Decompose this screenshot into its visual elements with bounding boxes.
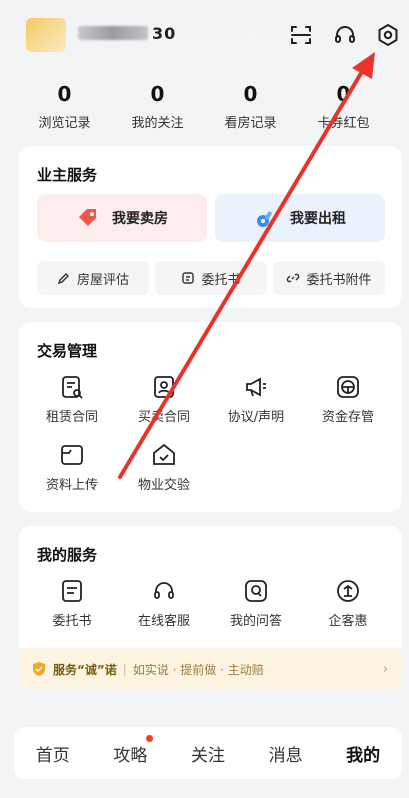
document-icon bbox=[182, 272, 195, 284]
grid-label: 企客惠 bbox=[328, 614, 368, 629]
steering-icon bbox=[337, 376, 359, 398]
promise-title: 服务“诚”诺 bbox=[53, 662, 117, 677]
chip-house-valuation[interactable]: 房屋评估 bbox=[37, 261, 149, 295]
grid-label: 我的问答 bbox=[229, 614, 282, 629]
grid-fund-custody[interactable]: 资金存管 bbox=[303, 374, 393, 425]
tab-home[interactable]: 首页 bbox=[14, 741, 92, 766]
grid-label: 物业交验 bbox=[137, 478, 190, 493]
grid-sale-contract[interactable]: 买卖合同 bbox=[119, 374, 209, 425]
scan-icon[interactable] bbox=[288, 22, 314, 48]
stat-label: 我的关注 bbox=[131, 116, 184, 131]
house-check-icon bbox=[153, 443, 175, 465]
grid-label: 资金存管 bbox=[321, 410, 374, 425]
service-promise-banner[interactable]: 服务“诚”诺 | 如实说 · 提前做 · 主动赔 › bbox=[19, 648, 402, 690]
grid-label: 在线客服 bbox=[137, 614, 190, 629]
tab-label: 关注 bbox=[190, 745, 225, 766]
contract-person-icon bbox=[154, 376, 174, 398]
grid-lease-contract[interactable]: 租赁合同 bbox=[27, 374, 117, 425]
stat-value: 0 bbox=[243, 82, 258, 106]
megaphone-icon bbox=[246, 377, 266, 397]
chip-label: 委托书 bbox=[201, 272, 241, 288]
tab-messages[interactable]: 消息 bbox=[247, 741, 325, 766]
sell-house-label: 我要卖房 bbox=[112, 211, 168, 227]
sell-house-button[interactable]: 我要卖房 bbox=[37, 194, 207, 242]
chip-label: 房屋评估 bbox=[76, 272, 129, 288]
headset-icon bbox=[154, 582, 174, 599]
grid-my-authorization[interactable]: 委托书 bbox=[27, 578, 117, 629]
folder-icon bbox=[61, 445, 83, 465]
chip-authorization-attachment[interactable]: 委托书附件 bbox=[273, 261, 385, 295]
bottom-tab-bar: 首页 攻略 关注 消息 我的 bbox=[14, 727, 402, 779]
stat-value: 0 bbox=[57, 82, 72, 106]
key-icon bbox=[257, 211, 272, 227]
promise-description: 如实说 · 提前做 · 主动赔 bbox=[132, 662, 264, 677]
stats-row: 0 浏览记录 0 我的关注 0 看房记录 0 卡券红包 bbox=[18, 82, 390, 132]
grid-enterprise-benefit[interactable]: 企客惠 bbox=[303, 578, 393, 629]
stat-value: 0 bbox=[336, 82, 351, 106]
grid-label: 买卖合同 bbox=[137, 410, 190, 425]
grid-label: 协议/声明 bbox=[227, 410, 285, 425]
rent-out-button[interactable]: 我要出租 bbox=[215, 194, 385, 242]
contract-search-icon bbox=[62, 376, 83, 399]
tab-label: 我的 bbox=[346, 745, 381, 766]
enterprise-icon bbox=[337, 580, 359, 602]
chip-label: 委托书附件 bbox=[306, 272, 372, 288]
tab-mine[interactable]: 我的 bbox=[324, 741, 402, 766]
stat-label: 卡券红包 bbox=[317, 116, 370, 131]
stat-browse[interactable]: 0 浏览记录 bbox=[18, 82, 111, 132]
question-icon bbox=[245, 580, 267, 602]
shield-icon bbox=[33, 662, 45, 676]
document-icon bbox=[62, 580, 82, 602]
notification-dot bbox=[146, 734, 154, 742]
stat-coupons[interactable]: 0 卡券红包 bbox=[297, 82, 390, 132]
blurred-username-part bbox=[78, 26, 148, 40]
owner-service-title: 业主服务 bbox=[37, 166, 98, 184]
tab-follow[interactable]: 关注 bbox=[169, 741, 247, 766]
owner-service-card: 业主服务 我要卖房 我要出租 房屋评估 委托书 委托书附件 bbox=[19, 146, 402, 308]
grid-label: 委托书 bbox=[52, 614, 92, 629]
grid-label: 租赁合同 bbox=[45, 410, 98, 425]
username: 30 bbox=[78, 24, 176, 43]
link-icon bbox=[287, 273, 300, 283]
grid-property-inspection[interactable]: 物业交验 bbox=[119, 442, 209, 493]
rent-out-label: 我要出租 bbox=[290, 211, 346, 227]
tab-label: 消息 bbox=[268, 745, 303, 766]
tab-guide[interactable]: 攻略 bbox=[92, 734, 170, 766]
chevron-right-icon: › bbox=[382, 661, 388, 677]
tab-label: 攻略 bbox=[113, 745, 148, 766]
my-service-title: 我的服务 bbox=[37, 546, 98, 564]
trade-management-card: 交易管理 租赁合同 买卖合同 协议/声明 资金存管 资料上传 物业交验 bbox=[19, 322, 402, 512]
tag-icon bbox=[79, 209, 96, 226]
stat-viewing[interactable]: 0 看房记录 bbox=[204, 82, 297, 132]
pen-icon bbox=[57, 273, 69, 285]
settings-icon[interactable] bbox=[375, 22, 401, 48]
stat-label: 浏览记录 bbox=[38, 116, 91, 131]
grid-label: 资料上传 bbox=[45, 478, 98, 493]
stat-value: 0 bbox=[150, 82, 165, 106]
trade-management-title: 交易管理 bbox=[37, 342, 98, 360]
chip-authorization[interactable]: 委托书 bbox=[155, 261, 267, 295]
promise-divider: | bbox=[122, 662, 127, 676]
tab-label: 首页 bbox=[35, 745, 70, 766]
headset-icon[interactable] bbox=[332, 22, 358, 48]
grid-document-upload[interactable]: 资料上传 bbox=[27, 442, 117, 493]
avatar[interactable] bbox=[26, 18, 66, 52]
grid-agreement[interactable]: 协议/声明 bbox=[211, 374, 301, 425]
grid-my-qa[interactable]: 我的问答 bbox=[211, 578, 301, 629]
stat-label: 看房记录 bbox=[224, 116, 277, 131]
stat-follow[interactable]: 0 我的关注 bbox=[111, 82, 204, 132]
grid-online-support[interactable]: 在线客服 bbox=[119, 578, 209, 629]
